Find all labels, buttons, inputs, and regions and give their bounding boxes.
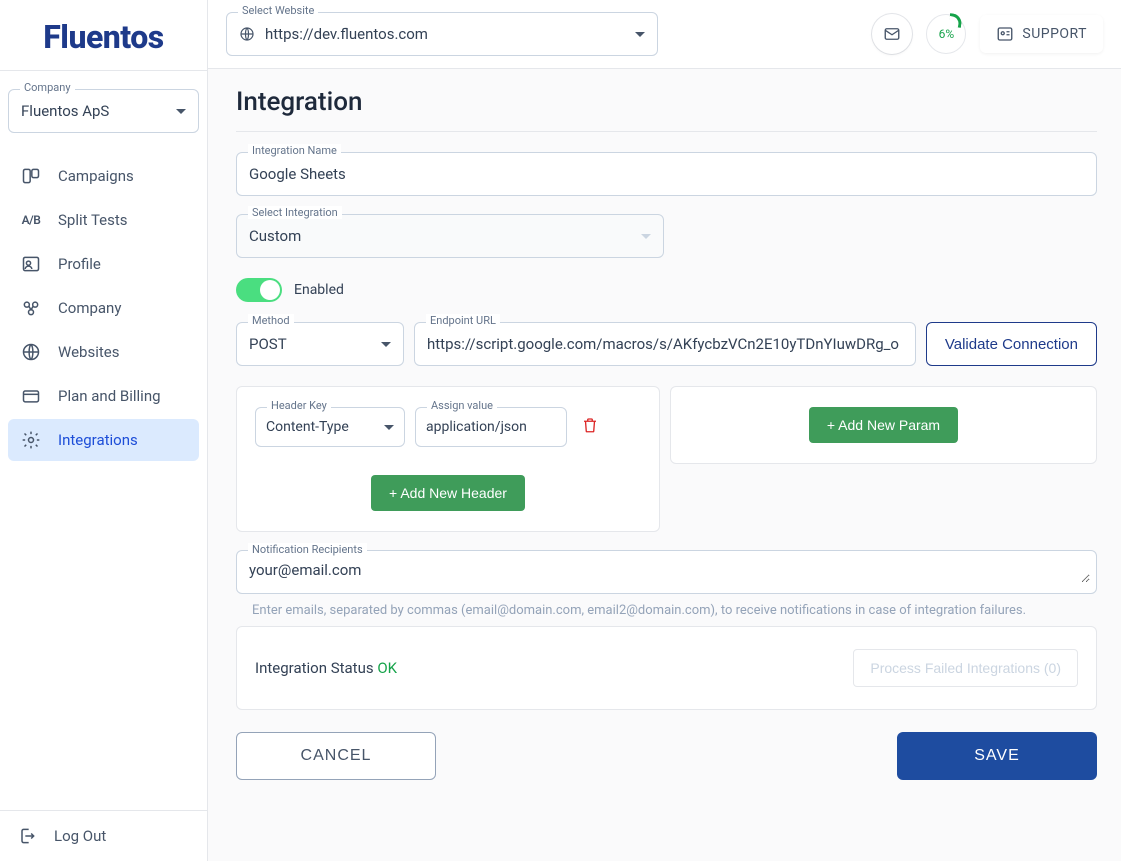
- support-icon: [996, 25, 1014, 43]
- sidebar-item-label: Company: [58, 299, 121, 317]
- header-key-value: Content-Type: [266, 419, 349, 435]
- header-row: Header Key Content-Type Assign value app…: [255, 407, 641, 447]
- select-integration-field[interactable]: Select Integration Custom: [236, 214, 664, 258]
- endpoint-url-input[interactable]: [427, 335, 903, 353]
- notification-help: Enter emails, separated by commas (email…: [236, 596, 1097, 620]
- sidebar: Fluentos Company Fluentos ApS Campaigns …: [0, 0, 208, 861]
- header-key-select[interactable]: Header Key Content-Type: [255, 407, 405, 447]
- logo-wrap: Fluentos: [0, 0, 207, 71]
- company-icon: [20, 297, 42, 319]
- support-label: SUPPORT: [1022, 26, 1087, 42]
- sidebar-item-profile[interactable]: Profile: [8, 243, 199, 285]
- company-label: Company: [20, 81, 75, 94]
- campaigns-icon: [20, 165, 42, 187]
- sidebar-item-campaigns[interactable]: Campaigns: [8, 155, 199, 197]
- notification-input[interactable]: [249, 561, 1090, 583]
- website-label: Select Website: [238, 4, 318, 17]
- header-value-label: Assign value: [427, 399, 497, 412]
- billing-icon: [20, 385, 42, 407]
- page-title: Integration: [236, 87, 1097, 132]
- sidebar-item-websites[interactable]: Websites: [8, 331, 199, 373]
- cancel-button[interactable]: CANCEL: [236, 732, 436, 780]
- notification-label: Notification Recipients: [248, 543, 367, 556]
- status-panel: Integration Status OK Process Failed Int…: [236, 626, 1097, 710]
- trash-icon: [581, 416, 599, 434]
- globe-icon: [239, 26, 255, 42]
- chevron-down-icon: [176, 109, 186, 114]
- endpoint-url-label: Endpoint URL: [426, 314, 500, 327]
- websites-icon: [20, 341, 42, 363]
- method-label: Method: [248, 314, 294, 327]
- save-button[interactable]: SAVE: [897, 732, 1097, 780]
- sidebar-item-label: Plan and Billing: [58, 387, 161, 405]
- enabled-toggle[interactable]: [236, 278, 282, 302]
- params-panel: + Add New Param: [670, 386, 1097, 464]
- progress-value: 6%: [939, 27, 955, 41]
- delete-header-button[interactable]: [577, 412, 603, 442]
- logout-icon: [16, 825, 38, 847]
- headers-panel: Header Key Content-Type Assign value app…: [236, 386, 660, 532]
- integration-name-label: Integration Name: [248, 144, 341, 157]
- chevron-down-icon: [384, 425, 394, 430]
- chevron-down-icon: [641, 234, 651, 239]
- add-header-button[interactable]: + Add New Header: [371, 475, 525, 511]
- company-select[interactable]: Company Fluentos ApS: [8, 89, 199, 133]
- logout-label: Log Out: [54, 827, 106, 845]
- notification-field[interactable]: Notification Recipients: [236, 550, 1097, 594]
- profile-icon: [20, 253, 42, 275]
- support-button[interactable]: SUPPORT: [980, 15, 1103, 53]
- mail-button[interactable]: [872, 14, 912, 54]
- integration-name-field[interactable]: Integration Name Google Sheets: [236, 152, 1097, 196]
- sidebar-item-split-tests[interactable]: A/B Split Tests: [8, 199, 199, 241]
- topbar: Select Website https://dev.fluentos.com …: [208, 0, 1121, 69]
- topbar-right: 6% SUPPORT: [872, 14, 1103, 54]
- sidebar-item-label: Integrations: [58, 431, 138, 449]
- chevron-down-icon: [635, 32, 645, 37]
- validate-button[interactable]: Validate Connection: [926, 322, 1097, 366]
- main: Select Website https://dev.fluentos.com …: [208, 0, 1121, 861]
- select-integration-label: Select Integration: [248, 206, 342, 219]
- sidebar-item-billing[interactable]: Plan and Billing: [8, 375, 199, 417]
- logout-button[interactable]: Log Out: [0, 810, 207, 861]
- sidebar-item-label: Profile: [58, 255, 101, 273]
- sidebar-item-company[interactable]: Company: [8, 287, 199, 329]
- website-value: https://dev.fluentos.com: [265, 25, 428, 43]
- enabled-row: Enabled: [236, 278, 1097, 302]
- sidebar-item-label: Websites: [58, 343, 119, 361]
- website-select[interactable]: Select Website https://dev.fluentos.com: [226, 12, 658, 56]
- header-key-label: Header Key: [267, 399, 331, 412]
- content: Integration Integration Name Google Shee…: [208, 69, 1121, 800]
- method-value: POST: [249, 335, 287, 353]
- sidebar-item-label: Split Tests: [58, 211, 128, 229]
- progress-indicator[interactable]: 6%: [926, 14, 966, 54]
- sidebar-item-label: Campaigns: [58, 167, 134, 185]
- main-nav: Campaigns A/B Split Tests Profile Compan…: [0, 143, 207, 810]
- process-failed-button[interactable]: Process Failed Integrations (0): [853, 649, 1078, 687]
- enabled-label: Enabled: [294, 282, 344, 298]
- split-tests-icon: A/B: [20, 209, 42, 231]
- endpoint-url-field[interactable]: Endpoint URL: [414, 322, 916, 366]
- header-value-value: application/json: [426, 419, 527, 435]
- status-label: Integration Status: [255, 659, 374, 677]
- add-param-button[interactable]: + Add New Param: [809, 407, 958, 443]
- action-row: CANCEL SAVE: [236, 732, 1097, 780]
- sidebar-item-integrations[interactable]: Integrations: [8, 419, 199, 461]
- header-value-field[interactable]: Assign value application/json: [415, 407, 567, 447]
- integrations-icon: [20, 429, 42, 451]
- mail-icon: [883, 25, 901, 43]
- integration-name-value: Google Sheets: [249, 165, 346, 183]
- logo: Fluentos: [0, 18, 207, 56]
- chevron-down-icon: [381, 342, 391, 347]
- status-value: OK: [377, 659, 397, 677]
- company-value: Fluentos ApS: [21, 102, 109, 120]
- method-select[interactable]: Method POST: [236, 322, 404, 366]
- select-integration-value: Custom: [249, 227, 301, 245]
